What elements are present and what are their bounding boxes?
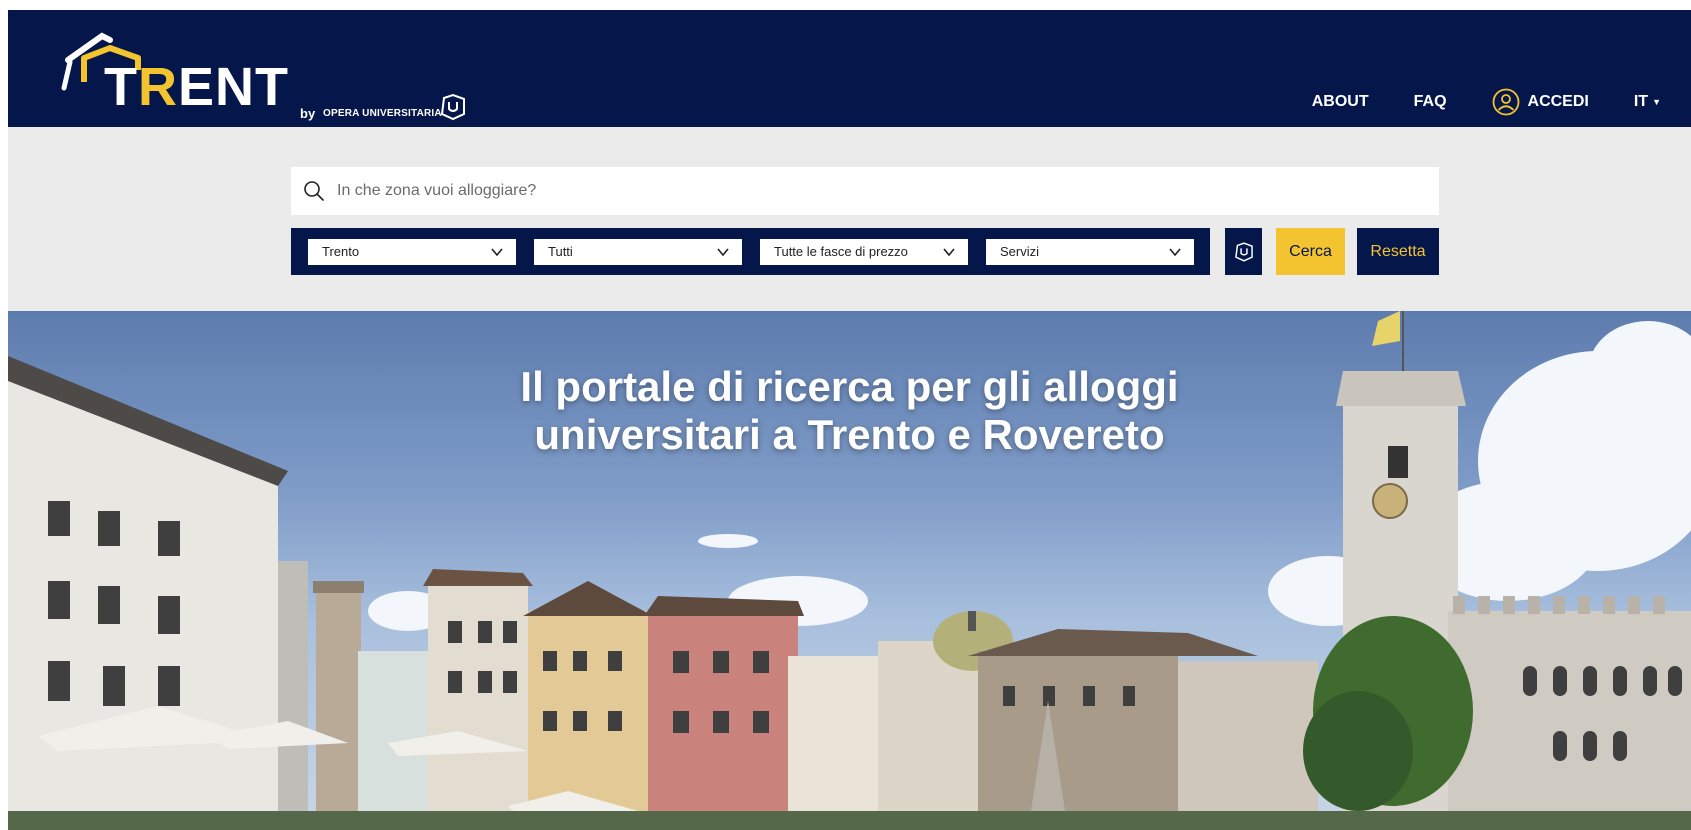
hero-banner: Il portale di ricerca per gli alloggi un… xyxy=(8,311,1691,830)
chevron-down-icon xyxy=(491,247,503,256)
opera-filter-button[interactable] xyxy=(1225,228,1262,275)
city-select[interactable]: Trento xyxy=(308,238,516,265)
login-link[interactable]: ACCEDI xyxy=(1492,88,1589,116)
search-box xyxy=(291,167,1439,215)
logo-wordmark: TRENT xyxy=(104,57,289,117)
site-header: TRENT by OPERA UNIVERSITARIA ABOUT FAQ A… xyxy=(8,10,1691,127)
search-section: Trento Tutti Tutte le fasce di prezzo Se… xyxy=(8,127,1691,311)
reset-button[interactable]: Resetta xyxy=(1357,228,1439,275)
opera-universitaria-icon xyxy=(440,93,465,121)
nav-about[interactable]: ABOUT xyxy=(1312,93,1369,111)
search-icon xyxy=(304,181,324,201)
filter-bar: Trento Tutti Tutte le fasce di prezzo Se… xyxy=(291,228,1210,275)
language-label: IT xyxy=(1633,93,1649,110)
type-select[interactable]: Tutti xyxy=(534,238,742,265)
city-select-value: Trento xyxy=(322,244,360,259)
nav-faq[interactable]: FAQ xyxy=(1414,93,1447,111)
logo-by-text: by xyxy=(300,106,316,121)
main-nav: ABOUT FAQ ACCEDI IT ▼ xyxy=(1312,88,1661,116)
search-button[interactable]: Cerca xyxy=(1276,228,1345,275)
caret-down-icon: ▼ xyxy=(1652,97,1661,107)
login-label: ACCEDI xyxy=(1527,93,1589,110)
user-circle-icon xyxy=(1492,88,1519,116)
chevron-down-icon xyxy=(717,247,729,256)
type-select-value: Tutti xyxy=(548,244,573,259)
services-select-value: Servizi xyxy=(1000,244,1040,259)
search-input[interactable] xyxy=(337,182,1439,200)
price-select-value: Tutte le fasce di prezzo xyxy=(774,244,908,259)
opera-universitaria-text: OPERA UNIVERSITARIA xyxy=(323,108,442,119)
price-select[interactable]: Tutte le fasce di prezzo xyxy=(760,238,968,265)
chevron-down-icon xyxy=(1169,247,1181,256)
chevron-down-icon xyxy=(943,247,955,256)
services-select[interactable]: Servizi xyxy=(986,238,1194,265)
hero-title-line2: universitari a Trento e Rovereto xyxy=(534,411,1165,458)
language-selector[interactable]: IT ▼ xyxy=(1634,93,1661,111)
trent-logo[interactable]: TRENT by OPERA UNIVERSITARIA xyxy=(58,22,478,122)
hero-title: Il portale di ricerca per gli alloggi un… xyxy=(8,363,1691,459)
hero-title-line1: Il portale di ricerca per gli alloggi xyxy=(520,363,1179,410)
opera-universitaria-icon xyxy=(1234,241,1253,262)
